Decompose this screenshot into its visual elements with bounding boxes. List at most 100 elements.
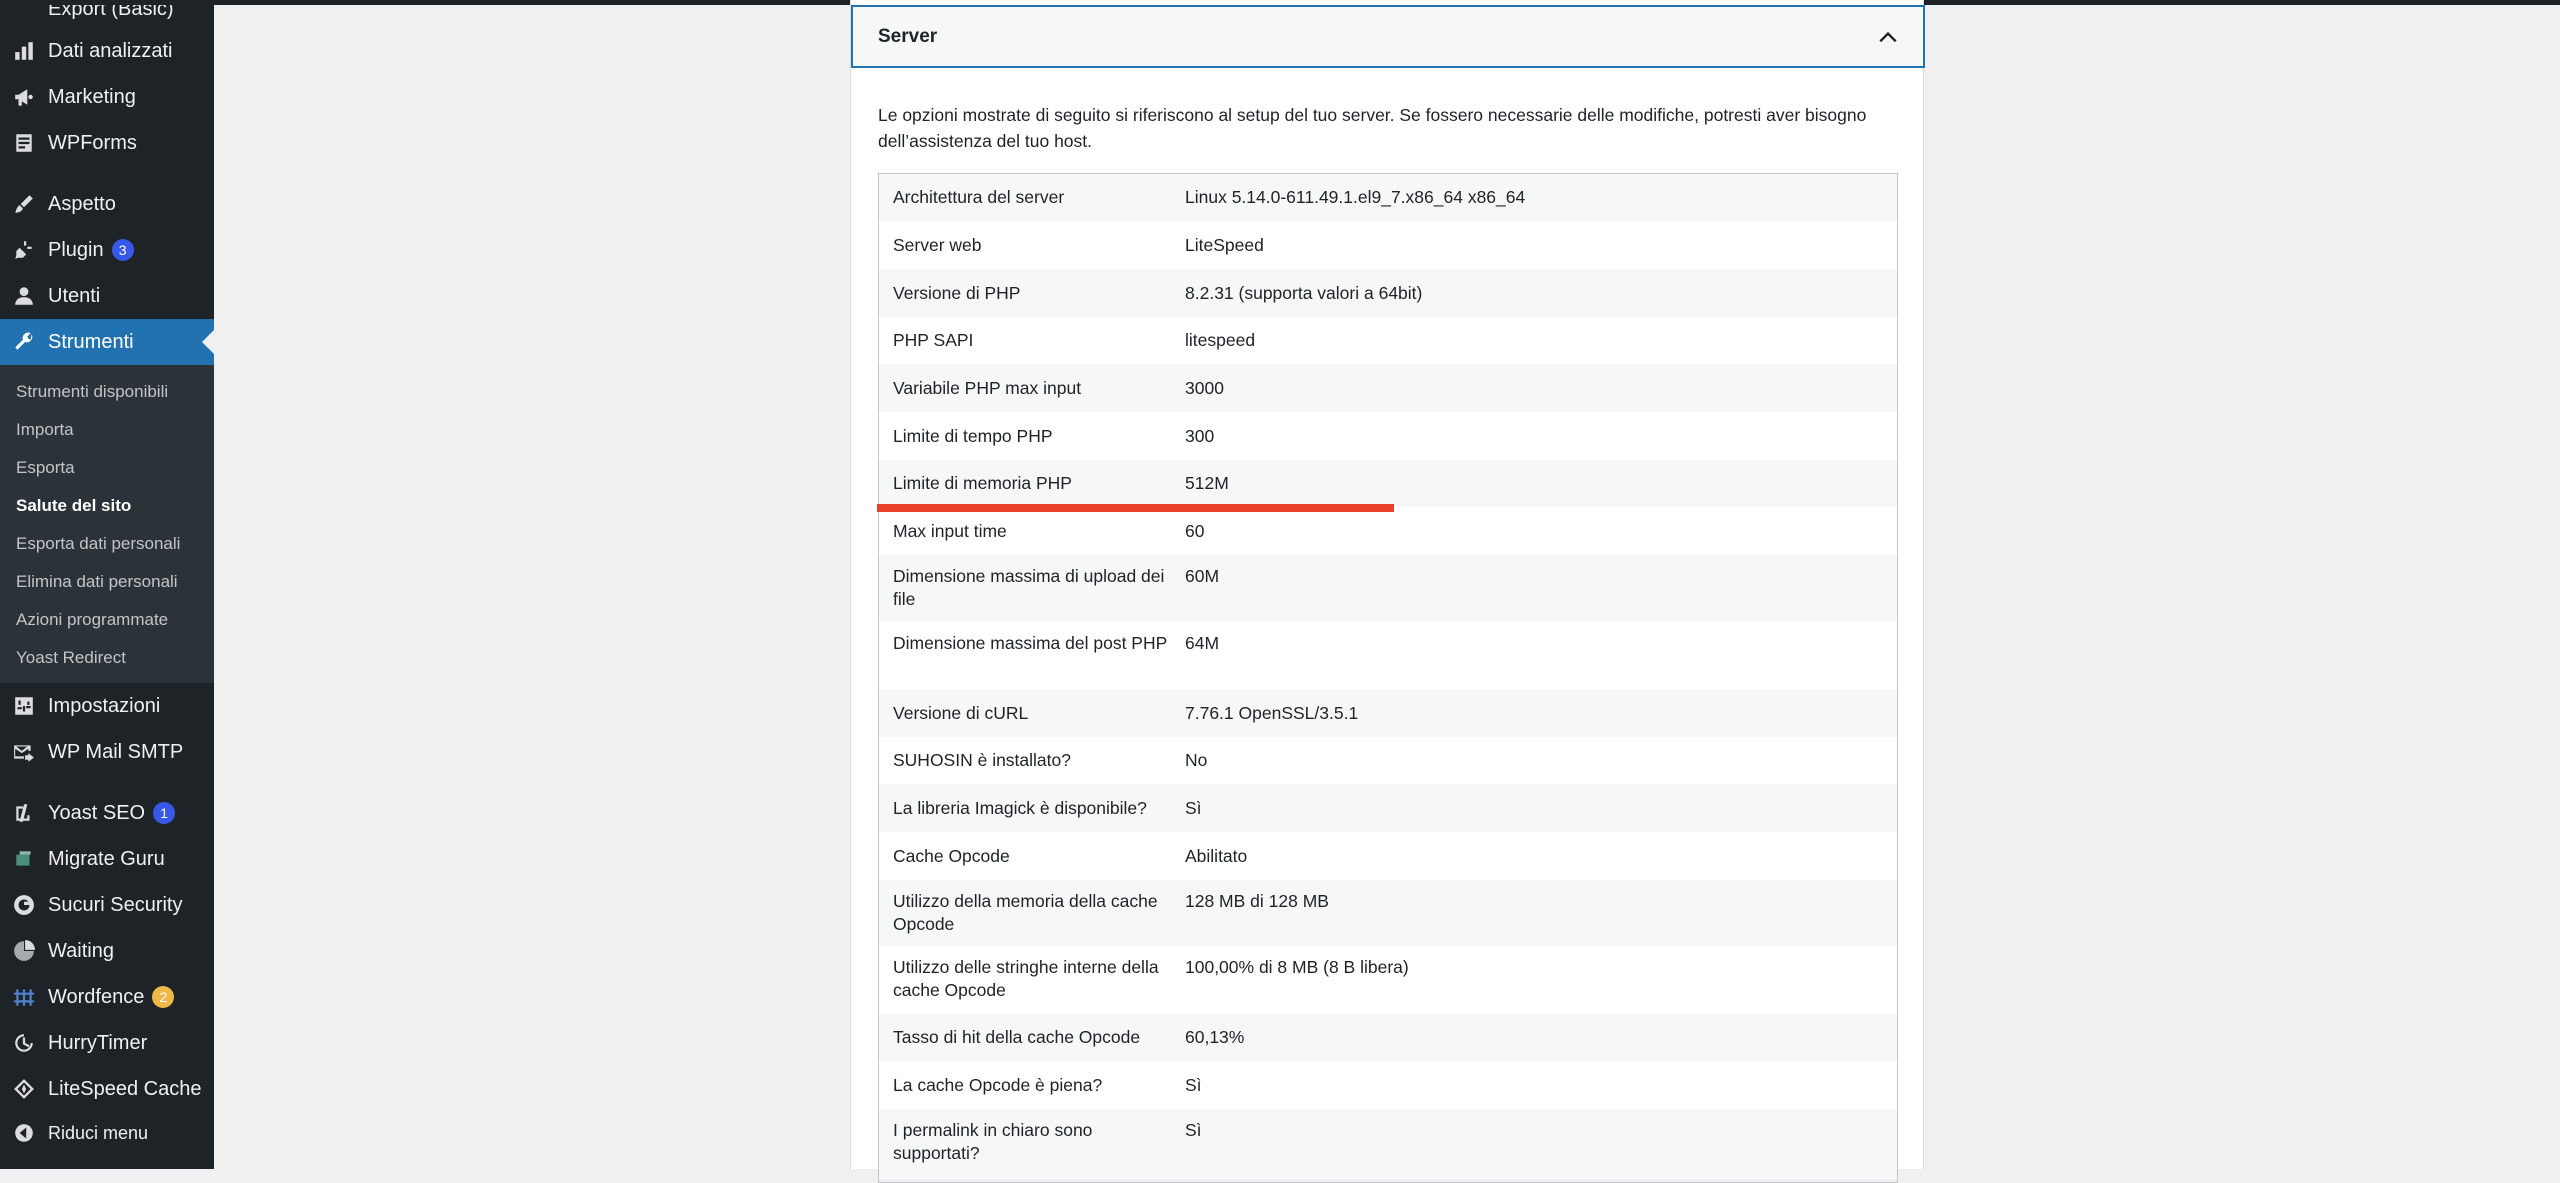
row-value: No	[1185, 750, 1208, 770]
row-value: 100,00% di 8 MB (8 B libera)	[1185, 957, 1409, 977]
table-row: Utilizzo della memoria della cache Opcod…	[879, 880, 1897, 946]
table-row: Versione di PHP 8.2.31 (supporta valori …	[879, 269, 1897, 317]
row-value: 8.2.31 (supporta valori a 64bit)	[1185, 282, 1423, 303]
row-value: Linux 5.14.0-611.49.1.el9_7.x86_64 x86_6…	[1185, 187, 1526, 207]
submenu-azioni-programmate[interactable]: Azioni programmate	[16, 610, 168, 630]
shield-icon	[12, 893, 36, 917]
table-row: PHP SAPI litespeed	[879, 317, 1897, 364]
row-value: 7.76.1 OpenSSL/3.5.1	[1185, 702, 1359, 723]
row-key: Architettura del server	[893, 187, 1065, 207]
panel-title: Server	[878, 25, 938, 47]
row-value: 60	[1185, 520, 1205, 541]
table-row: SUHOSIN è installato? No	[879, 737, 1897, 784]
row-key: Server web	[893, 234, 982, 255]
row-key: Variabile PHP max input	[893, 377, 1082, 398]
row-key: SUHOSIN è installato?	[893, 750, 1071, 770]
row-key: I permalink in chiaro sono supportati?	[893, 1120, 1093, 1163]
table-row: Cache Opcode Abilitato	[879, 832, 1897, 880]
row-value: 300	[1185, 425, 1215, 446]
menu-wordfence[interactable]: Wordfence 2	[0, 974, 214, 1020]
submenu-strumenti-disponibili[interactable]: Strumenti disponibili	[16, 382, 168, 402]
row-value: Sì	[1185, 797, 1202, 818]
row-key: Utilizzo delle stringhe interne della ca…	[893, 957, 1159, 1000]
pie-icon	[12, 939, 36, 963]
row-key: Utilizzo della memoria della cache Opcod…	[893, 891, 1158, 934]
menu-sucuri-security[interactable]: Sucuri Security	[0, 882, 214, 928]
menu-label: WP Mail SMTP	[48, 740, 184, 763]
row-value: LiteSpeed	[1185, 234, 1264, 255]
menu-litespeed-cache[interactable]: LiteSpeed Cache	[0, 1066, 214, 1112]
server-accordion-header[interactable]: Server	[851, 5, 1925, 68]
server-info-table: Architettura del server Linux 5.14.0-611…	[878, 173, 1898, 1183]
menu-wp-mail-smtp[interactable]: WP Mail SMTP	[0, 729, 214, 775]
submenu-esporta-dati-personali[interactable]: Esporta dati personali	[16, 534, 180, 554]
yoast-icon	[12, 801, 36, 825]
collapse-icon	[12, 1121, 36, 1145]
timer-icon	[12, 1031, 36, 1055]
form-icon	[12, 131, 36, 155]
diamond-icon	[12, 1077, 36, 1101]
menu-label: Yoast SEO	[48, 801, 146, 824]
menu-marketing[interactable]: Marketing	[0, 74, 214, 120]
row-value: Abilitato	[1185, 845, 1248, 866]
table-row: Dimensione massima di upload dei file 60…	[879, 555, 1897, 622]
submenu-yoast-redirect[interactable]: Yoast Redirect	[16, 648, 126, 668]
menu-riduci-menu[interactable]: Riduci menu	[0, 1110, 214, 1156]
submenu-elimina-dati-personali[interactable]: Elimina dati personali	[16, 572, 178, 592]
menu-label: LiteSpeed Cache	[48, 1077, 202, 1100]
submenu-salute-del-sito[interactable]: Salute del sito	[16, 496, 131, 516]
menu-label: HurryTimer	[48, 1031, 148, 1054]
menu-strumenti[interactable]: Strumenti	[0, 319, 214, 365]
row-key: Versione di PHP	[893, 282, 1021, 303]
admin-sidebar: Export (Basic) Dati analizzati Marketing…	[0, 0, 214, 1169]
megaphone-icon	[12, 85, 36, 109]
row-value: 60M	[1185, 566, 1220, 586]
row-value: 3000	[1185, 377, 1224, 398]
menu-utenti[interactable]: Utenti	[0, 273, 214, 319]
row-value: 64M	[1185, 633, 1220, 653]
row-key: Dimensione massima di upload dei file	[893, 566, 1165, 609]
strumenti-submenu: Strumenti disponibili Importa Esporta Sa…	[0, 365, 214, 683]
menu-aspetto[interactable]: Aspetto	[0, 181, 214, 227]
menu-wpforms[interactable]: WPForms	[0, 120, 214, 166]
row-key: Max input time	[893, 520, 1007, 541]
settings-icon	[12, 694, 36, 718]
table-row: La cache Opcode è piena? Sì	[879, 1061, 1897, 1109]
server-info-panel: Server Le opzioni mostrate di seguito si…	[850, 0, 1925, 1183]
menu-label: Marketing	[48, 85, 136, 108]
menu-migrate-guru[interactable]: Migrate Guru	[0, 836, 214, 882]
menu-hurrytimer[interactable]: HurryTimer	[0, 1020, 214, 1066]
bar-chart-icon	[12, 39, 36, 63]
plugin-icon	[12, 238, 36, 262]
menu-label: Impostazioni	[48, 694, 161, 717]
menu-label: Sucuri Security	[48, 893, 183, 916]
menu-plugin[interactable]: Plugin 3	[0, 227, 214, 273]
menu-impostazioni[interactable]: Impostazioni	[0, 683, 214, 729]
chevron-up-icon[interactable]	[1877, 27, 1899, 49]
menu-waiting[interactable]: Waiting	[0, 928, 214, 974]
submenu-importa[interactable]: Importa	[16, 420, 74, 440]
menu-dati-analizzati[interactable]: Dati analizzati	[0, 28, 214, 74]
row-key: Cache Opcode	[893, 845, 1010, 866]
row-key: Dimensione massima del post PHP	[893, 633, 1168, 653]
menu-label: Strumenti	[48, 330, 134, 353]
table-row: Utilizzo delle stringhe interne della ca…	[879, 946, 1897, 1014]
yoast-notification-badge: 1	[153, 802, 176, 824]
row-key: La cache Opcode è piena?	[893, 1074, 1103, 1095]
menu-label: Dati analizzati	[48, 39, 173, 62]
menu-label: Migrate Guru	[48, 847, 165, 870]
row-key: PHP SAPI	[893, 330, 974, 350]
row-value: Sì	[1185, 1120, 1202, 1140]
table-row: Server web LiteSpeed	[879, 221, 1897, 269]
menu-label: Riduci menu	[48, 1122, 149, 1143]
menu-label: Utenti	[48, 284, 101, 307]
table-row: Dimensione massima del post PHP 64M	[879, 622, 1897, 689]
menu-yoast-seo[interactable]: Yoast SEO 1	[0, 790, 214, 836]
submenu-esporta[interactable]: Esporta	[16, 458, 75, 478]
row-value: Sì	[1185, 1074, 1202, 1095]
table-row: Versione di cURL 7.76.1 OpenSSL/3.5.1	[879, 689, 1897, 737]
row-value: 128 MB di 128 MB	[1185, 891, 1329, 911]
menu-label: Waiting	[48, 939, 114, 962]
table-row: Variabile PHP max input 3000	[879, 364, 1897, 412]
table-row: Max input time 60	[879, 507, 1897, 555]
